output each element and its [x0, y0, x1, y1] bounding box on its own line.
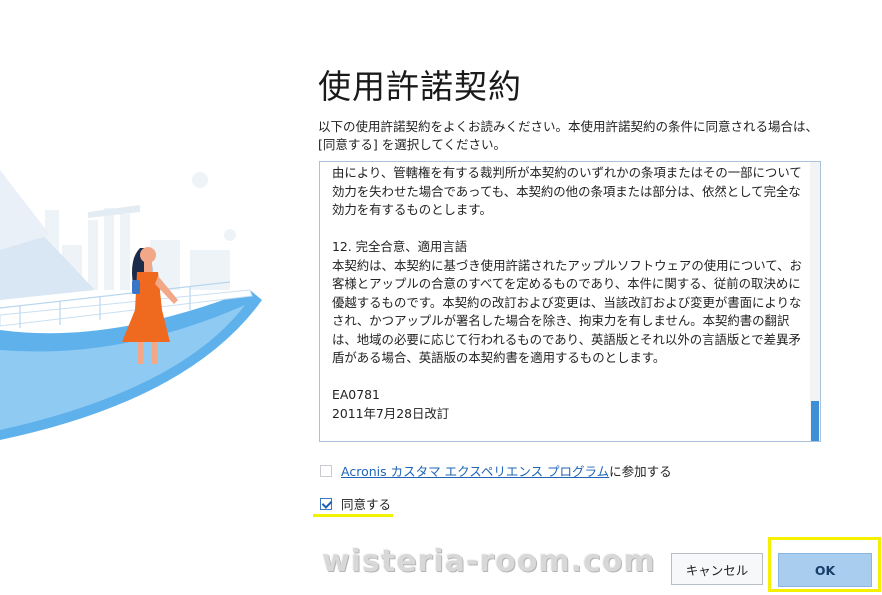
intro-text: 以下の使用許諾契約をよくお読みください。本使用許諾契約の条件に同意される場合は、… — [318, 119, 819, 152]
license-text: 由により、管轄権を有する裁判所が本契約のいずれかの条項またはその一部について効力… — [332, 164, 802, 423]
agree-option: 同意する — [320, 494, 391, 513]
scrollbar-thumb[interactable] — [811, 401, 819, 441]
agree-highlight-underline — [313, 514, 393, 517]
ok-button[interactable]: OK — [778, 553, 872, 587]
license-text-area[interactable]: 由により、管轄権を有する裁判所が本契約のいずれかの条項またはその一部について効力… — [319, 161, 821, 442]
acronis-program-suffix: に参加する — [609, 464, 672, 479]
license-paragraph: 由により、管轄権を有する裁判所が本契約のいずれかの条項またはその一部について効力… — [332, 165, 802, 217]
license-heading: 12. 完全合意、適用言語 — [332, 239, 468, 254]
watermark: wisteria-room.com — [322, 544, 656, 579]
acronis-checkbox-icon[interactable] — [320, 464, 332, 477]
agree-checkbox-icon[interactable] — [320, 497, 332, 510]
boat-illustration — [0, 170, 262, 440]
license-date: 2011年7月28日改訂 — [332, 405, 450, 421]
acronis-program-option: Acronis カスタマ エクスペリエンス プログラム に参加する — [320, 461, 672, 480]
page-title: 使用許諾契約 — [318, 67, 522, 106]
agree-label[interactable]: 同意する — [341, 494, 391, 513]
cancel-button[interactable]: キャンセル — [671, 553, 763, 585]
license-paragraph: 本契約は、本契約に基づき使用許諾されたアップルソフトウェアの使用について、お客様… — [332, 257, 802, 366]
acronis-program-link[interactable]: Acronis カスタマ エクスペリエンス プログラム — [341, 461, 609, 480]
license-code: EA0781 — [332, 387, 380, 402]
license-scrollbar[interactable] — [810, 162, 820, 441]
